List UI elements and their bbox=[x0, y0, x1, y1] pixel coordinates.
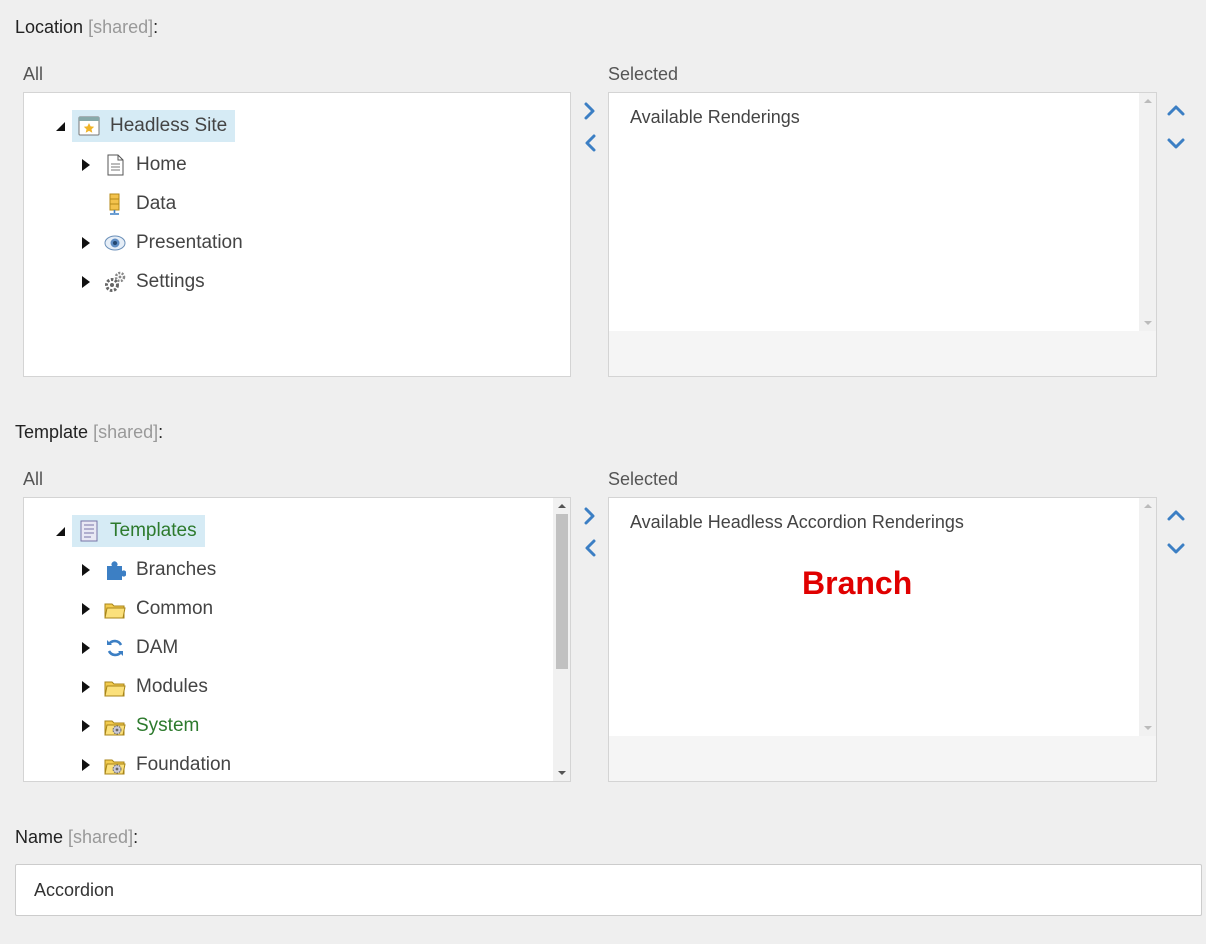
expand-dam-toggle[interactable] bbox=[82, 642, 90, 654]
tree-node-label: Common bbox=[136, 598, 214, 619]
expand-home-toggle[interactable] bbox=[82, 159, 90, 171]
data-icon bbox=[104, 193, 126, 215]
puzzle-icon bbox=[104, 559, 127, 581]
eye-icon bbox=[104, 232, 126, 254]
expand-system-toggle[interactable] bbox=[82, 720, 90, 732]
name-shared-tag: [shared] bbox=[68, 827, 134, 847]
scroll-up-icon[interactable] bbox=[1144, 99, 1152, 103]
tree-node-home[interactable]: Home bbox=[104, 149, 187, 181]
tree-node-headless-site[interactable]: Headless Site bbox=[72, 110, 236, 142]
scroll-down-icon[interactable] bbox=[1144, 726, 1152, 730]
tree-node-data[interactable]: Data bbox=[104, 188, 176, 220]
site-window-icon bbox=[78, 115, 100, 137]
tree-node-label: System bbox=[136, 715, 200, 736]
branch-annotation: Branch bbox=[802, 565, 913, 601]
selected-list-scrollbar[interactable] bbox=[1139, 498, 1156, 736]
remove-selected-button[interactable] bbox=[580, 538, 600, 558]
template-label-text: Template bbox=[15, 422, 89, 442]
folder-icon bbox=[104, 598, 126, 620]
sync-icon bbox=[104, 637, 126, 659]
selected-list-area: Available Renderings bbox=[609, 93, 1139, 331]
tree-node-templates[interactable]: Templates bbox=[72, 515, 205, 547]
selected-list-area: Available Headless Accordion Renderings bbox=[609, 498, 1139, 736]
expand-common-toggle[interactable] bbox=[82, 603, 90, 615]
selected-item[interactable]: Available Renderings bbox=[630, 107, 800, 128]
selected-list-scrollbar[interactable] bbox=[1139, 93, 1156, 331]
location-label: Location [shared]: bbox=[15, 17, 158, 38]
gears-icon bbox=[104, 271, 126, 293]
template-shared-tag: [shared] bbox=[93, 422, 159, 442]
collapse-templates-toggle[interactable] bbox=[56, 527, 65, 536]
folder-gear-icon bbox=[104, 754, 126, 776]
tree-node-label: DAM bbox=[136, 637, 179, 658]
template-selected-label: Selected bbox=[608, 469, 679, 489]
move-down-button[interactable] bbox=[1166, 538, 1186, 558]
template-label: Template [shared]: bbox=[15, 422, 163, 443]
folder-icon bbox=[104, 676, 126, 698]
expand-foundation-toggle[interactable] bbox=[82, 759, 90, 771]
collapse-headless-site-toggle[interactable] bbox=[56, 122, 65, 131]
tree-node-label: Settings bbox=[136, 271, 205, 292]
move-up-button[interactable] bbox=[1166, 101, 1186, 121]
selected-item[interactable]: Available Headless Accordion Renderings bbox=[630, 512, 964, 533]
tree-node-label: Modules bbox=[136, 676, 208, 697]
tree-node-label: Presentation bbox=[136, 232, 243, 253]
scroll-down-icon[interactable] bbox=[558, 771, 566, 775]
tree-node-presentation[interactable]: Presentation bbox=[104, 227, 243, 259]
tree-node-label: Branches bbox=[136, 559, 217, 580]
folder-gear-icon bbox=[104, 715, 126, 737]
add-selected-button[interactable] bbox=[580, 101, 600, 121]
name-input[interactable] bbox=[15, 864, 1202, 916]
template-colon: : bbox=[158, 422, 164, 442]
tree-node-common[interactable]: Common bbox=[104, 593, 213, 625]
scroll-up-icon[interactable] bbox=[1144, 504, 1152, 508]
location-selected-list[interactable]: Available Renderings bbox=[608, 92, 1157, 377]
template-tree-scrollbar[interactable] bbox=[553, 498, 570, 781]
scrollbar-thumb[interactable] bbox=[556, 514, 568, 669]
tree-node-label: Foundation bbox=[136, 754, 232, 775]
expand-branches-toggle[interactable] bbox=[82, 564, 90, 576]
tree-node-label: Data bbox=[136, 193, 177, 214]
template-list-icon bbox=[78, 520, 100, 542]
name-colon: : bbox=[133, 827, 139, 847]
location-all-label: All bbox=[23, 64, 44, 84]
name-label: Name [shared]: bbox=[15, 827, 138, 848]
tree-node-system[interactable]: System bbox=[104, 710, 199, 742]
remove-selected-button[interactable] bbox=[580, 133, 600, 153]
template-tree[interactable]: Templates Branches Common DAM Modules Sy… bbox=[23, 497, 571, 782]
tree-node-modules[interactable]: Modules bbox=[104, 671, 208, 703]
template-all-label: All bbox=[23, 469, 44, 489]
location-label-text: Location bbox=[15, 17, 84, 37]
tree-node-label: Headless Site bbox=[110, 115, 228, 136]
move-down-button[interactable] bbox=[1166, 133, 1186, 153]
tree-node-settings[interactable]: Settings bbox=[104, 266, 205, 298]
document-icon bbox=[104, 154, 126, 176]
template-selected-list[interactable]: Available Headless Accordion Renderings bbox=[608, 497, 1157, 782]
tree-node-branches[interactable]: Branches bbox=[104, 554, 216, 586]
tree-node-label: Templates bbox=[110, 520, 197, 541]
location-selected-label: Selected bbox=[608, 64, 679, 84]
location-tree[interactable]: Headless Site Home Data Presentation Set… bbox=[23, 92, 571, 377]
scroll-up-icon[interactable] bbox=[558, 504, 566, 508]
tree-node-foundation[interactable]: Foundation bbox=[104, 749, 231, 781]
tree-node-dam[interactable]: DAM bbox=[104, 632, 178, 664]
location-colon: : bbox=[153, 17, 159, 37]
add-selected-button[interactable] bbox=[580, 506, 600, 526]
expand-modules-toggle[interactable] bbox=[82, 681, 90, 693]
scroll-down-icon[interactable] bbox=[1144, 321, 1152, 325]
location-shared-tag: [shared] bbox=[88, 17, 154, 37]
tree-node-label: Home bbox=[136, 154, 187, 175]
expand-settings-toggle[interactable] bbox=[82, 276, 90, 288]
move-up-button[interactable] bbox=[1166, 506, 1186, 526]
name-label-text: Name bbox=[15, 827, 64, 847]
expand-presentation-toggle[interactable] bbox=[82, 237, 90, 249]
